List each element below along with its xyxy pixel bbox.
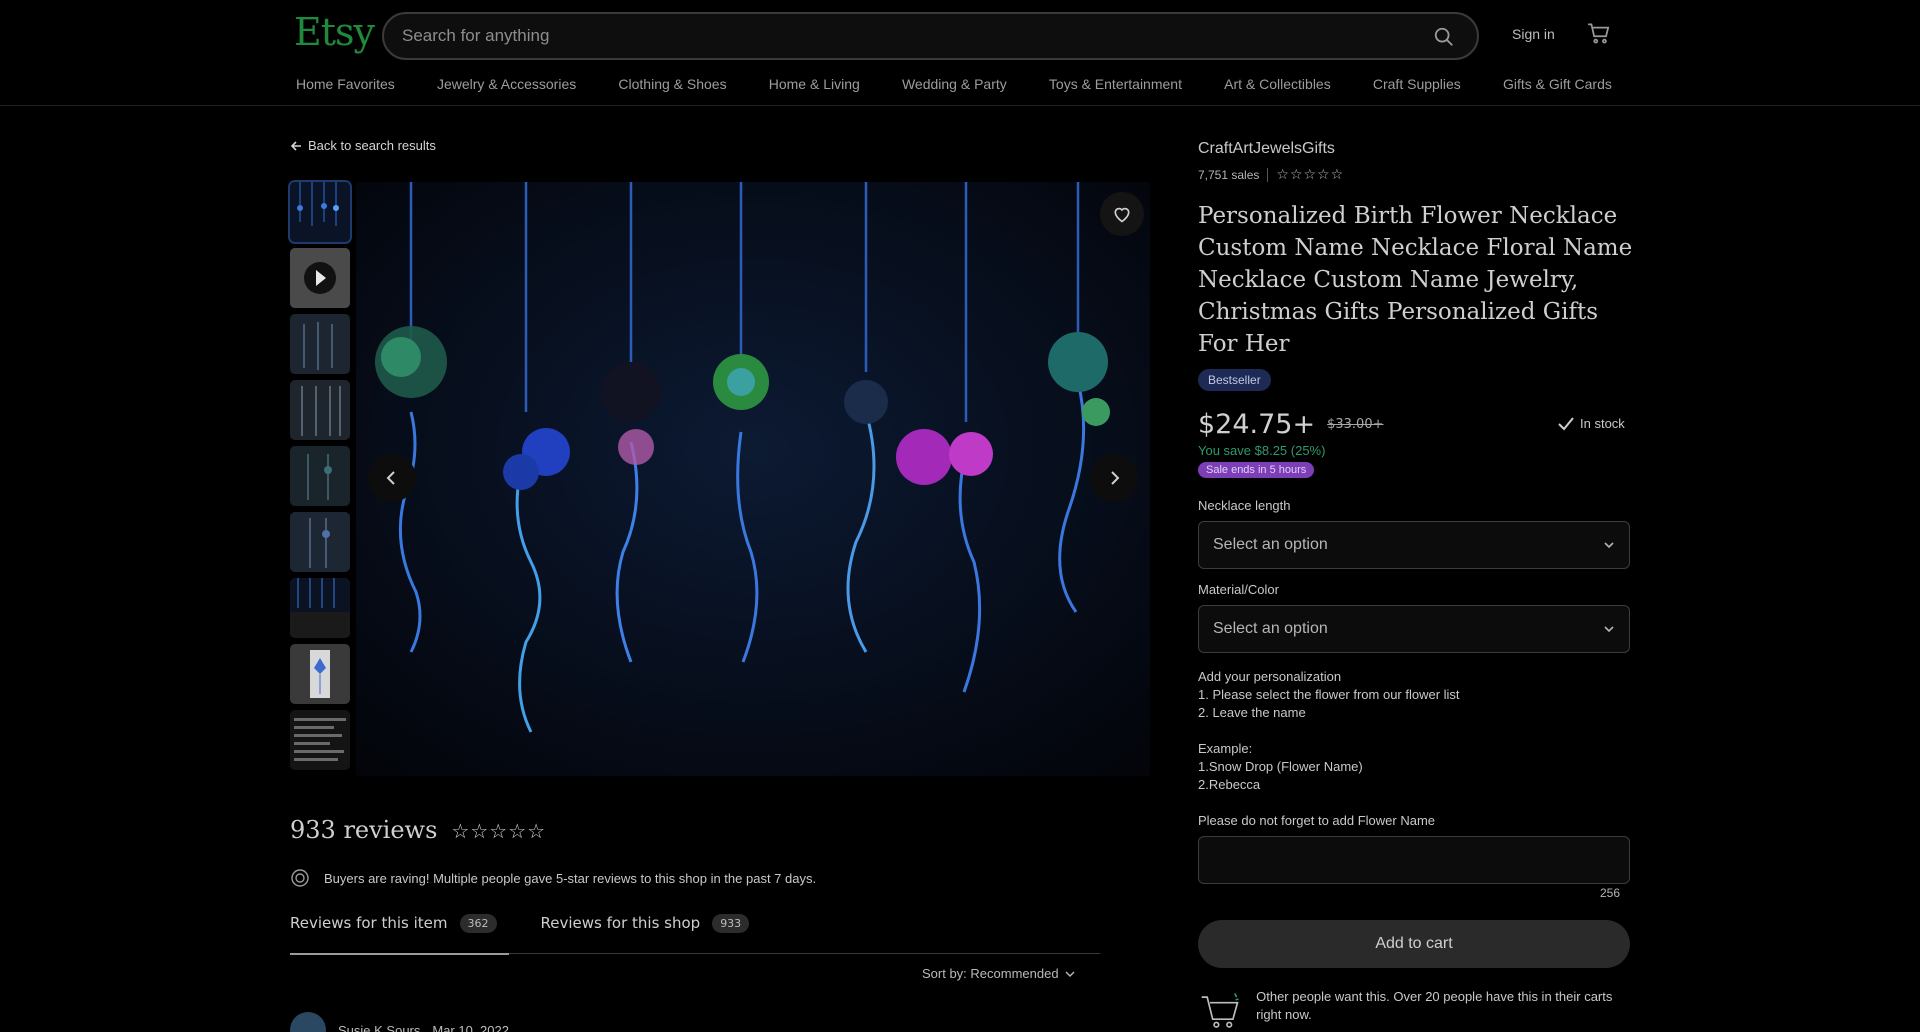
- option1-value: Select an option: [1213, 536, 1328, 553]
- thumbnail-video[interactable]: [290, 248, 350, 308]
- listing-title: Personalized Birth Flower Necklace Custo…: [1198, 203, 1633, 357]
- stock-text: In stock: [1580, 416, 1625, 431]
- shop-sales-row: 7,751 sales ☆☆☆☆☆: [1198, 166, 1344, 183]
- etsy-logo[interactable]: Etsy: [294, 10, 375, 54]
- chevron-down-icon: [1604, 626, 1614, 633]
- cart-icon: [1201, 993, 1239, 1028]
- necklace-length-select[interactable]: Select an option: [1198, 521, 1630, 569]
- star-icon: ☆: [508, 819, 528, 843]
- price-row: $24.75+ $33.00+: [1198, 409, 1384, 440]
- thumbnail-6[interactable]: [290, 512, 350, 572]
- sales-count: 7,751 sales: [1198, 167, 1260, 182]
- thumbnail-8[interactable]: [290, 644, 350, 704]
- back-to-results-link[interactable]: Back to search results: [290, 138, 436, 153]
- stock-status: In stock: [1558, 416, 1625, 431]
- arrow-left-icon: [290, 140, 301, 151]
- thumbnail-9[interactable]: [290, 710, 350, 770]
- review-tabs: Reviews for this item 362 Reviews for th…: [290, 914, 1100, 955]
- nav-item-home-favorites[interactable]: Home Favorites: [296, 76, 395, 96]
- original-price: $33.00+: [1327, 417, 1384, 432]
- thumbnail-strip: [290, 182, 350, 776]
- bestseller-badge: Bestseller: [1198, 369, 1271, 391]
- nav-item-jewelry-accessories[interactable]: Jewelry & Accessories: [437, 76, 576, 96]
- personalization-textarea[interactable]: [1198, 836, 1630, 884]
- tab-reviews-item[interactable]: Reviews for this item 362: [290, 914, 509, 955]
- badge-icon: [291, 869, 309, 887]
- back-link-label: Back to search results: [308, 138, 436, 153]
- thumbnail-1[interactable]: [290, 182, 350, 242]
- material-color-select[interactable]: Select an option: [1198, 605, 1630, 653]
- option-material-color: Material/Color Select an option: [1198, 582, 1630, 653]
- play-icon: [290, 248, 350, 308]
- search-bar[interactable]: [382, 12, 1479, 60]
- sale-ends-pill: Sale ends in 5 hours: [1198, 462, 1315, 478]
- tab-reviews-item-count: 362: [459, 914, 497, 933]
- search-icon[interactable]: [1433, 26, 1455, 48]
- tab-reviews-shop[interactable]: Reviews for this shop 933: [541, 914, 750, 954]
- heart-icon: [1114, 207, 1130, 223]
- favorite-button[interactable]: [1100, 192, 1144, 236]
- nav-item-home-living[interactable]: Home & Living: [769, 76, 860, 96]
- thumbnail-5[interactable]: [290, 446, 350, 506]
- nav-item-art-collectibles[interactable]: Art & Collectibles: [1224, 76, 1331, 96]
- nav-item-craft-supplies[interactable]: Craft Supplies: [1373, 76, 1461, 96]
- char-count: 256: [1600, 886, 1621, 900]
- tab-reviews-shop-label: Reviews for this shop: [540, 914, 701, 932]
- sort-label: Sort by: Recommended: [922, 966, 1059, 981]
- nav-item-wedding-party[interactable]: Wedding & Party: [902, 76, 1007, 96]
- add-to-cart-button[interactable]: Add to cart: [1198, 920, 1630, 968]
- sort-dropdown[interactable]: Sort by: Recommended: [922, 966, 1075, 981]
- cart-icon[interactable]: [1586, 20, 1612, 46]
- demand-notice: Other people want this. Over 20 people h…: [1198, 988, 1638, 1032]
- star-icon: ☆: [470, 819, 490, 843]
- thumbnail-3[interactable]: [290, 314, 350, 374]
- avatar[interactable]: [290, 1012, 326, 1032]
- chevron-left-icon: [386, 471, 395, 485]
- raving-text: Buyers are raving! Multiple people gave …: [324, 870, 817, 886]
- review-date: Mar 10, 2022: [432, 1022, 509, 1032]
- listing-main-image[interactable]: [356, 182, 1150, 776]
- nav-item-gifts-gift-cards[interactable]: Gifts & Gift Cards: [1503, 76, 1612, 96]
- review-author-row: Susie K Sours Mar 10, 2022: [290, 1012, 509, 1032]
- shop-rating-stars: ☆☆☆☆☆: [1276, 166, 1345, 182]
- next-image-button[interactable]: [1090, 454, 1138, 502]
- option2-value: Select an option: [1213, 620, 1328, 637]
- shop-name-link[interactable]: CraftArtJewelsGifts: [1198, 140, 1335, 158]
- nav-item-clothing-shoes[interactable]: Clothing & Shoes: [618, 76, 726, 96]
- thumbnail-4[interactable]: [290, 380, 350, 440]
- chevron-down-icon: [1604, 542, 1614, 549]
- thumbnail-7[interactable]: [290, 578, 350, 638]
- raving-notice: Buyers are raving! Multiple people gave …: [290, 868, 816, 888]
- star-icon: ☆: [451, 819, 471, 843]
- star-icon: ☆: [489, 819, 509, 843]
- option1-label: Necklace length: [1198, 498, 1291, 513]
- tab-reviews-shop-count: 933: [712, 914, 750, 933]
- tab-reviews-item-label: Reviews for this item: [290, 914, 448, 932]
- previous-image-button[interactable]: [368, 454, 416, 502]
- reviews-count-title: 933 reviews: [290, 816, 438, 844]
- category-nav: Home Favorites Jewelry & Accessories Cloth…: [296, 76, 1612, 96]
- option-necklace-length: Necklace length Select an option: [1198, 498, 1630, 569]
- chevron-right-icon: [1111, 471, 1120, 485]
- site-header: Etsy Sign in Home Favorites Jewelry & Acc…: [0, 0, 1920, 106]
- option2-label: Material/Color: [1198, 582, 1279, 597]
- savings-text: You save $8.25 (25%): [1198, 443, 1326, 458]
- demand-text: Other people want this. Over 20 people h…: [1256, 989, 1613, 1022]
- divider: [1267, 167, 1269, 182]
- current-price: $24.75+: [1198, 409, 1316, 440]
- star-icon: ☆: [527, 819, 547, 843]
- review-stars: ☆☆☆☆☆: [451, 816, 546, 844]
- check-icon: [1558, 416, 1574, 430]
- chevron-down-icon: [1065, 971, 1075, 977]
- personalization-instructions: Add your personalization 1. Please selec…: [1198, 669, 1460, 828]
- nav-item-toys-entertainment[interactable]: Toys & Entertainment: [1049, 76, 1182, 96]
- sign-in-link[interactable]: Sign in: [1512, 26, 1555, 42]
- flower-necklaces-photo: [356, 182, 1150, 776]
- reviewer-name[interactable]: Susie K Sours: [338, 1023, 420, 1032]
- search-input[interactable]: [402, 24, 1402, 48]
- reviews-heading: 933 reviews ☆☆☆☆☆: [290, 816, 546, 844]
